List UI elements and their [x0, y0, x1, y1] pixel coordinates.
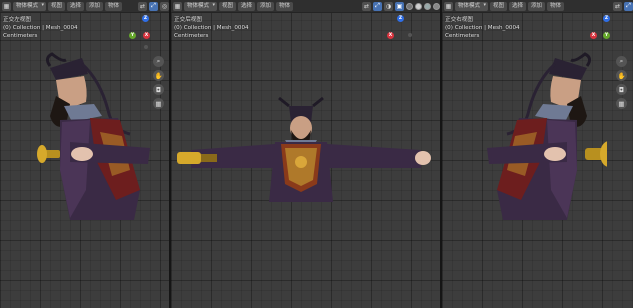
collection-label: (0) Collection | Mesh_0004 [445, 25, 520, 31]
menu-select[interactable]: 选择 [67, 1, 85, 11]
zoom-icon[interactable]: ⌕ [616, 56, 627, 67]
editor-type-icon[interactable]: ▦ [173, 1, 182, 11]
viewport-info: 正交右视图 (0) Collection | Mesh_0004 Centime… [445, 16, 520, 40]
view-name: 正交后视图 [174, 17, 202, 23]
viewport-header: ▦ 物体模式 视图 选择 添加 物体 ⇄ ⤢ ◑ ▣ [171, 0, 440, 13]
gizmo-z-axis[interactable]: Z [603, 15, 610, 22]
blender-app: ▦ 物体模式 视图 选择 添加 物体 ⇄ ⤢ ◎ 正交左视图 (0) Colle… [0, 0, 633, 308]
editor-type-icon[interactable]: ▦ [2, 1, 11, 11]
viewport-header: ▦ 物体模式 视图 选择 添加 物体 ⇄ ⤢ ◎ [0, 0, 169, 13]
character-model-side-left[interactable] [30, 50, 155, 240]
gizmo-x-axis[interactable]: X [387, 32, 394, 39]
navigation-gizmo[interactable]: Z Y X [129, 15, 150, 49]
xray-icon[interactable]: ▣ [395, 1, 404, 11]
menu-view[interactable]: 视图 [219, 1, 237, 11]
gizmo-z-axis[interactable]: Z [397, 15, 404, 22]
camera-icon[interactable]: ◘ [616, 84, 627, 95]
gizmo-x-axis[interactable]: X [143, 32, 150, 39]
menu-view[interactable]: 视图 [490, 1, 508, 11]
snap-icon[interactable]: ⤢ [149, 1, 158, 11]
navigation-gizmo[interactable]: Z X [387, 15, 412, 49]
proportional-icon[interactable]: ◎ [160, 1, 169, 11]
menu-add[interactable]: 添加 [528, 1, 546, 11]
menu-select[interactable]: 选择 [238, 1, 256, 11]
viewport-info: 正交左视图 (0) Collection | Mesh_0004 Centime… [3, 16, 78, 40]
gizmo-negative-axis[interactable] [144, 45, 148, 49]
viewport-header: ▦ 物体模式 视图 选择 添加 物体 ⇄ ⤢ [442, 0, 633, 13]
editor-type-icon[interactable]: ▦ [444, 1, 453, 11]
shading-material-icon[interactable] [424, 2, 431, 10]
character-model-side-right[interactable] [482, 50, 607, 240]
gizmo-y-axis[interactable]: Y [129, 32, 136, 39]
collection-label: (0) Collection | Mesh_0004 [174, 25, 249, 31]
menu-object[interactable]: 物体 [105, 1, 123, 11]
menu-add[interactable]: 添加 [86, 1, 104, 11]
units-label: Centimeters [3, 33, 38, 39]
viewport-info: 正交后视图 (0) Collection | Mesh_0004 Centime… [174, 16, 249, 40]
collection-label: (0) Collection | Mesh_0004 [3, 25, 78, 31]
transform-orientation-icon[interactable]: ⇄ [362, 1, 371, 11]
viewport-right[interactable]: ▦ 物体模式 视图 选择 添加 物体 ⇄ ⤢ 正交右视图 (0) Collect… [442, 0, 633, 308]
snap-icon[interactable]: ⤢ [373, 1, 382, 11]
viewport-center[interactable]: ▦ 物体模式 视图 选择 添加 物体 ⇄ ⤢ ◑ ▣ 正交后视图 (0) Col… [171, 0, 440, 308]
view-name: 正交左视图 [3, 17, 31, 23]
mode-dropdown[interactable]: 物体模式 [455, 1, 489, 11]
gizmo-x-axis[interactable]: X [590, 32, 597, 39]
hand-pan-icon[interactable]: ✋ [616, 70, 627, 81]
snap-icon[interactable]: ⤢ [624, 1, 633, 11]
view-name: 正交右视图 [445, 17, 473, 23]
gizmo-y-axis[interactable]: Y [603, 32, 610, 39]
character-model-back[interactable] [171, 92, 440, 212]
nav-buttons: ⌕ ✋ ◘ ▦ [616, 56, 627, 109]
units-label: Centimeters [174, 33, 209, 39]
overlay-icon[interactable]: ◑ [384, 1, 393, 11]
shading-wireframe-icon[interactable] [406, 2, 413, 10]
grid-icon[interactable]: ▦ [616, 98, 627, 109]
gizmo-z-axis[interactable]: Z [142, 15, 149, 22]
menu-add[interactable]: 添加 [257, 1, 275, 11]
menu-object[interactable]: 物体 [276, 1, 294, 11]
viewport-left[interactable]: ▦ 物体模式 视图 选择 添加 物体 ⇄ ⤢ ◎ 正交左视图 (0) Colle… [0, 0, 169, 308]
units-label: Centimeters [445, 33, 480, 39]
gizmo-negative-axis[interactable] [408, 33, 412, 37]
menu-object[interactable]: 物体 [547, 1, 565, 11]
shading-rendered-icon[interactable] [433, 2, 440, 10]
mode-dropdown[interactable]: 物体模式 [13, 1, 47, 11]
transform-orientation-icon[interactable]: ⇄ [138, 1, 147, 11]
transform-orientation-icon[interactable]: ⇄ [613, 1, 622, 11]
navigation-gizmo[interactable]: Z X Y [590, 15, 610, 49]
mode-dropdown[interactable]: 物体模式 [184, 1, 218, 11]
menu-view[interactable]: 视图 [48, 1, 66, 11]
menu-select[interactable]: 选择 [509, 1, 527, 11]
shading-solid-icon[interactable] [415, 2, 422, 10]
